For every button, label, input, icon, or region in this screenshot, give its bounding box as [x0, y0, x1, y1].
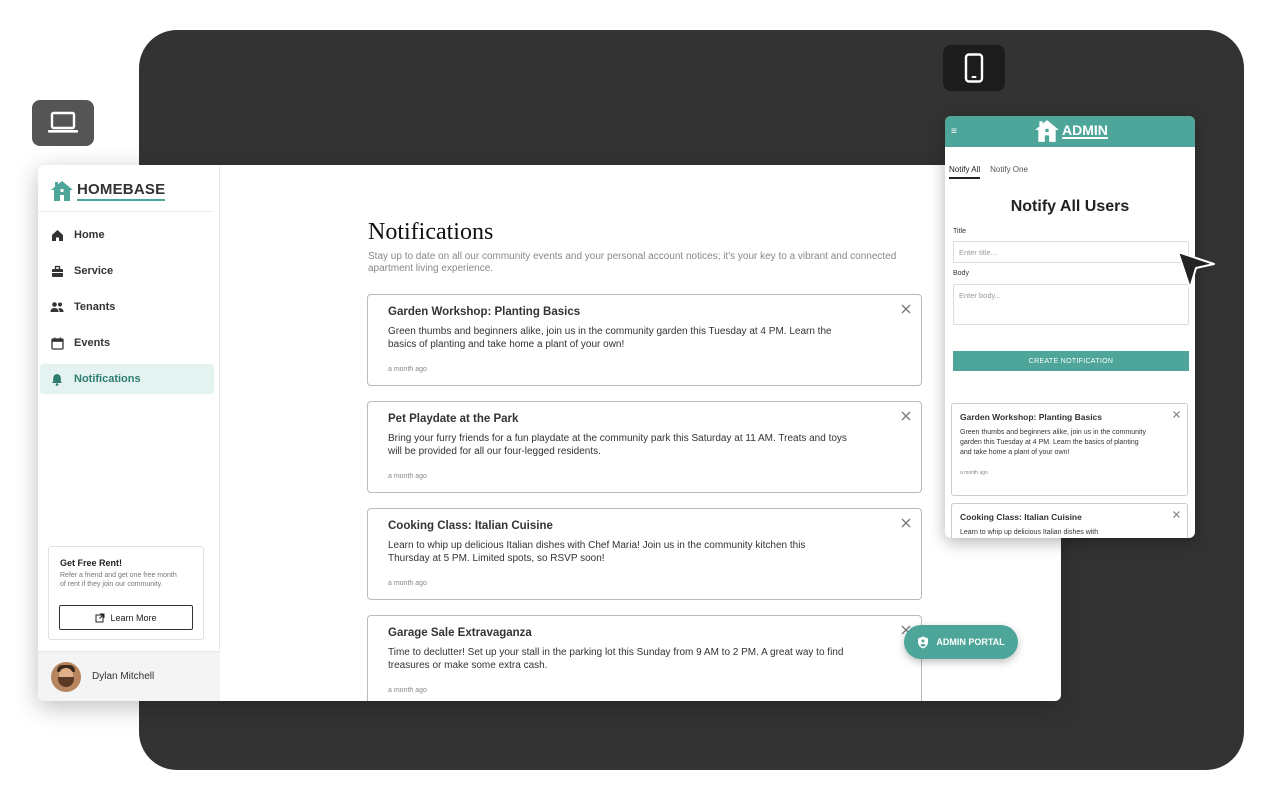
promo-title: Get Free Rent! [60, 558, 123, 568]
sidebar-item-label: Tenants [74, 301, 116, 313]
laptop-icon [48, 111, 78, 133]
notification-time: a month ago [388, 366, 427, 373]
sidebar-item-events[interactable]: Events [40, 328, 214, 358]
notification-card: Cooking Class: Italian Cuisine Learn to … [367, 508, 922, 600]
house-logo-icon [1035, 120, 1059, 142]
notification-body: Learn to whip up delicious Italian dishe… [960, 529, 1099, 536]
briefcase-icon [50, 264, 64, 278]
tab-notify-one[interactable]: Notify One [990, 165, 1028, 179]
laptop-view-button[interactable] [32, 100, 94, 146]
mobile-notification-card: Garden Workshop: Planting Basics Green t… [951, 403, 1188, 496]
mobile-window: ≡ ADMIN Notify All Notify One Notify All… [945, 116, 1195, 538]
sidebar-item-label: Notifications [74, 373, 141, 385]
notification-title: Cooking Class: Italian Cuisine [388, 520, 553, 532]
mobile-notification-card: Cooking Class: Italian Cuisine Learn to … [951, 503, 1188, 538]
main-content: Notifications Stay up to date on all our… [220, 165, 1061, 701]
mobile-tabs: Notify All Notify One [949, 165, 1028, 179]
notification-time: a month ago [960, 470, 988, 476]
notification-body: Green thumbs and beginners alike, join u… [960, 429, 1146, 456]
body-input[interactable]: Enter body... [953, 284, 1189, 325]
close-icon[interactable] [1172, 510, 1181, 519]
sidebar-item-home[interactable]: Home [40, 220, 214, 250]
notification-card: Garage Sale Extravaganza Time to declutt… [367, 615, 922, 701]
menu-icon[interactable]: ≡ [951, 126, 957, 137]
close-icon[interactable] [1172, 410, 1181, 419]
page-subtitle: Stay up to date on all our community eve… [368, 251, 897, 274]
sidebar-item-service[interactable]: Service [40, 256, 214, 286]
admin-logo[interactable]: ADMIN [1034, 119, 1108, 143]
cursor-arrow-icon [1177, 251, 1215, 289]
body-label: Body [953, 270, 969, 277]
admin-logo-text: ADMIN [1062, 122, 1108, 139]
notification-title: Cooking Class: Italian Cuisine [960, 512, 1082, 522]
close-icon[interactable] [900, 410, 912, 422]
people-icon [50, 300, 64, 314]
learn-more-button[interactable]: Learn More [59, 605, 193, 630]
house-logo-icon [51, 181, 73, 201]
close-icon[interactable] [900, 517, 912, 529]
logo-divider [38, 211, 214, 212]
notification-time: a month ago [388, 580, 427, 587]
sidebar-item-label: Service [74, 265, 114, 277]
notification-card: Pet Playdate at the Park Bring your furr… [367, 401, 922, 493]
user-profile[interactable]: Dylan Mitchell [38, 651, 220, 701]
sidebar-item-tenants[interactable]: Tenants [40, 292, 214, 322]
user-name: Dylan Mitchell [92, 671, 155, 682]
notification-title: Pet Playdate at the Park [388, 413, 519, 425]
free-rent-promo: Get Free Rent! Refer a friend and get on… [48, 546, 204, 640]
notification-time: a month ago [388, 473, 427, 480]
sidebar-item-notifications[interactable]: Notifications [40, 364, 214, 394]
sidebar-nav: Home Service Tenants Events Notification… [38, 217, 220, 400]
admin-portal-button[interactable]: ADMIN PORTAL [904, 625, 1018, 659]
learn-more-label: Learn More [110, 612, 157, 623]
title-label: Title [953, 228, 966, 235]
notification-body: Bring your furry friends for a fun playd… [388, 433, 847, 457]
tab-notify-all[interactable]: Notify All [949, 165, 981, 179]
phone-view-button[interactable] [943, 45, 1005, 91]
external-link-icon [95, 613, 105, 622]
logo-text: HOMEBASE [77, 181, 166, 201]
promo-text: Refer a friend and get one free month of… [60, 572, 177, 588]
bell-icon [50, 372, 64, 386]
phone-icon [964, 53, 984, 83]
notification-card: Garden Workshop: Planting Basics Green t… [367, 294, 922, 386]
avatar [51, 661, 81, 692]
notification-title: Garage Sale Extravaganza [388, 627, 532, 639]
admin-portal-label: ADMIN PORTAL [936, 637, 1005, 647]
notify-all-title: Notify All Users [1010, 198, 1130, 215]
title-input[interactable]: Enter title... [953, 241, 1189, 263]
desktop-window: HOMEBASE Home Service Tenants Events Not… [38, 165, 1061, 701]
homebase-logo[interactable]: HOMEBASE [50, 177, 166, 205]
notification-time: a month ago [388, 687, 427, 694]
notification-body: Green thumbs and beginners alike, join u… [388, 326, 832, 350]
sidebar-item-label: Home [74, 229, 105, 241]
notification-body: Learn to whip up delicious Italian dishe… [388, 540, 806, 564]
sidebar-item-label: Events [74, 337, 111, 349]
calendar-icon [50, 336, 64, 350]
shield-icon [918, 636, 929, 648]
page-title: Notifications [368, 219, 494, 245]
notification-title: Garden Workshop: Planting Basics [388, 306, 581, 318]
notification-title: Garden Workshop: Planting Basics [960, 412, 1103, 422]
home-icon [50, 228, 64, 242]
sidebar: HOMEBASE Home Service Tenants Events Not… [38, 165, 220, 701]
create-notification-button[interactable]: CREATE NOTIFICATION [953, 351, 1189, 371]
mobile-header: ≡ ADMIN [945, 116, 1195, 147]
close-icon[interactable] [900, 303, 912, 315]
notification-body: Time to declutter! Set up your stall in … [388, 647, 844, 671]
